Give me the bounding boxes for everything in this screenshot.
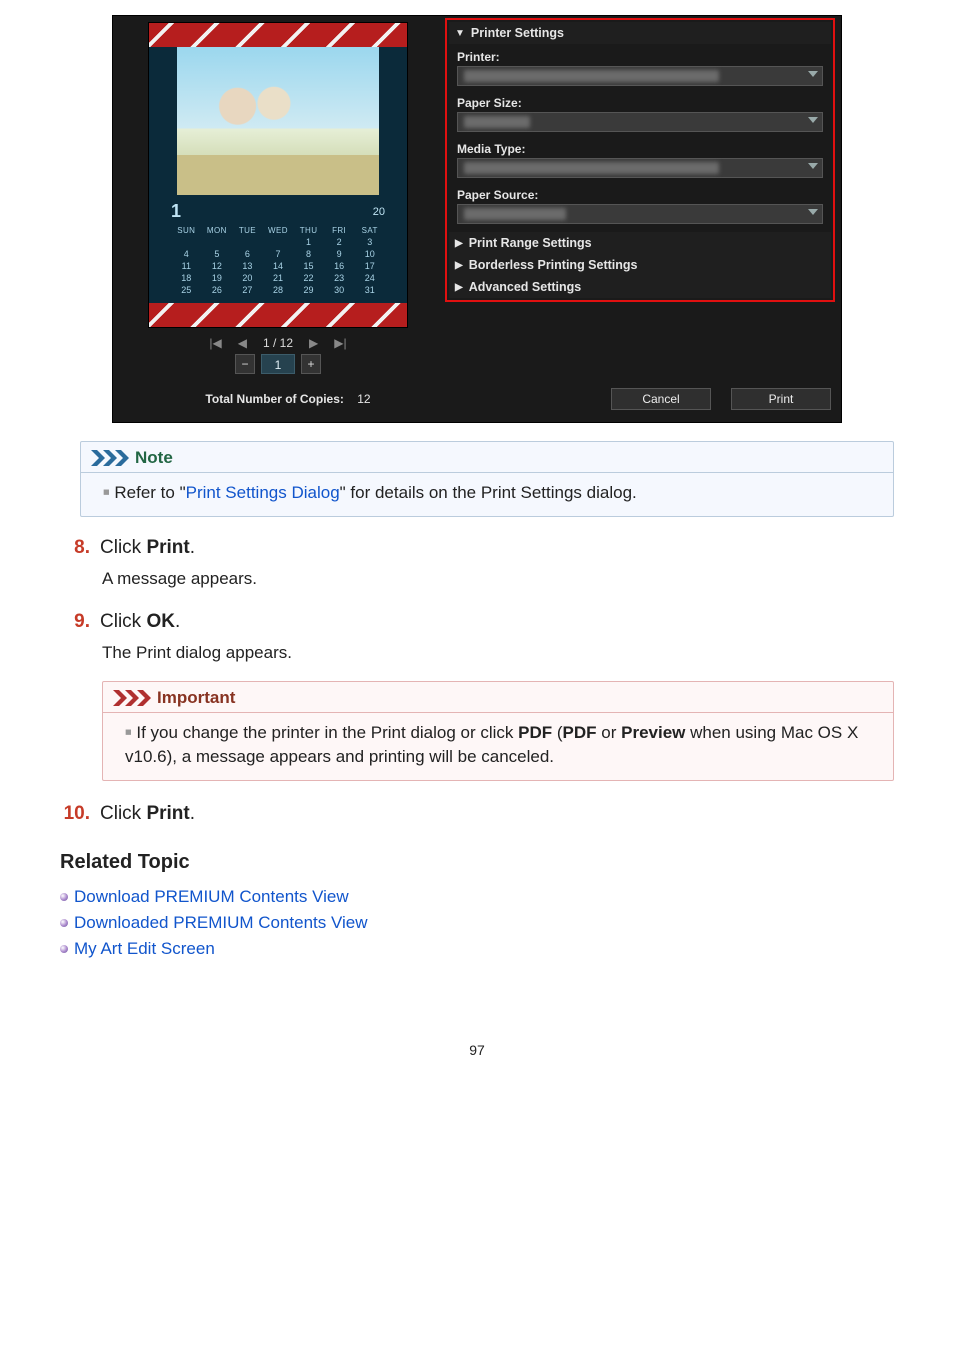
note-text-post: " for details on the Print Settings dial… bbox=[340, 483, 637, 502]
link-download-premium[interactable]: Download PREMIUM Contents View bbox=[74, 887, 349, 906]
step-9-sub: The Print dialog appears. bbox=[102, 643, 894, 663]
printer-select[interactable] bbox=[457, 66, 823, 86]
step-number: 10. bbox=[60, 803, 90, 825]
media-type-select[interactable] bbox=[457, 158, 823, 178]
step-number: 9. bbox=[60, 611, 90, 633]
link-downloaded-premium[interactable]: Downloaded PREMIUM Contents View bbox=[74, 913, 368, 932]
chevron-down-icon bbox=[808, 163, 818, 169]
page-number: 97 bbox=[0, 1032, 954, 1088]
dialog-footer: Total Number of Copies: 12 Cancel Print bbox=[113, 380, 841, 422]
note-icon bbox=[91, 450, 129, 466]
copies-value[interactable]: 1 bbox=[261, 354, 295, 374]
related-topic-heading: Related Topic bbox=[60, 851, 894, 874]
last-page-button[interactable]: ▶| bbox=[334, 336, 346, 350]
media-type-label: Media Type: bbox=[449, 136, 831, 158]
step-9: 9. Click OK. The Print dialog appears. I… bbox=[60, 611, 894, 781]
calendar-year: 20 bbox=[373, 206, 385, 218]
note-callout: Note ■ Refer to "Print Settings Dialog" … bbox=[80, 441, 894, 517]
important-callout: Important ■ If you change the printer in… bbox=[102, 681, 894, 781]
print-settings-dialog-link[interactable]: Print Settings Dialog bbox=[186, 483, 340, 502]
important-heading: Important bbox=[157, 688, 235, 708]
print-preview-pane: 1 20 SUN MON TUE WED THU FRI SAT 123 bbox=[113, 16, 443, 380]
bullet-icon: ■ bbox=[103, 487, 110, 499]
chevron-down-icon bbox=[808, 71, 818, 77]
total-copies-label: Total Number of Copies: bbox=[205, 392, 343, 406]
decorative-border-top bbox=[149, 23, 407, 47]
step-8: 8. Click Print. A message appears. bbox=[60, 537, 894, 589]
printer-label: Printer: bbox=[449, 44, 831, 66]
paper-size-label: Paper Size: bbox=[449, 90, 831, 112]
highlight-printer-settings: Printer Settings Printer: Paper Size: Me… bbox=[445, 18, 835, 302]
calendar-photo bbox=[177, 47, 379, 195]
advanced-section[interactable]: Advanced Settings bbox=[449, 276, 831, 298]
related-links: Download PREMIUM Contents View Downloade… bbox=[60, 884, 894, 962]
settings-pane: Printer Settings Printer: Paper Size: Me… bbox=[443, 16, 841, 380]
prev-page-button[interactable]: ◀ bbox=[238, 336, 247, 350]
print-settings-dialog: 1 20 SUN MON TUE WED THU FRI SAT 123 bbox=[112, 15, 842, 423]
page-counter: 1 / 12 bbox=[263, 336, 293, 350]
decorative-border-bottom bbox=[149, 303, 407, 327]
step-8-sub: A message appears. bbox=[102, 569, 894, 589]
important-icon bbox=[113, 690, 151, 706]
copies-plus-button[interactable]: + bbox=[301, 354, 321, 374]
print-settings-screenshot: 1 20 SUN MON TUE WED THU FRI SAT 123 bbox=[60, 0, 894, 423]
bullet-icon: ■ bbox=[125, 726, 132, 738]
paper-source-label: Paper Source: bbox=[449, 182, 831, 204]
total-copies-value: 12 bbox=[357, 392, 370, 406]
chevron-down-icon bbox=[808, 117, 818, 123]
calendar-preview: 1 20 SUN MON TUE WED THU FRI SAT 123 bbox=[148, 22, 408, 328]
cancel-button[interactable]: Cancel bbox=[611, 388, 711, 410]
note-heading: Note bbox=[135, 448, 173, 468]
copies-control: − 1 + bbox=[235, 354, 321, 374]
print-range-section[interactable]: Print Range Settings bbox=[449, 232, 831, 254]
link-my-art-edit[interactable]: My Art Edit Screen bbox=[74, 939, 215, 958]
printer-settings-section[interactable]: Printer Settings bbox=[449, 22, 831, 44]
step-10: 10. Click Print. bbox=[60, 803, 894, 825]
calendar-month: 1 bbox=[171, 201, 181, 222]
paper-size-select[interactable] bbox=[457, 112, 823, 132]
note-text-pre: Refer to " bbox=[114, 483, 185, 502]
calendar-grid: SUN MON TUE WED THU FRI SAT 123 45678910… bbox=[149, 224, 407, 303]
paper-source-select[interactable] bbox=[457, 204, 823, 224]
next-page-button[interactable]: ▶ bbox=[309, 336, 318, 350]
preview-pager: |◀ ◀ 1 / 12 ▶ ▶| bbox=[209, 336, 346, 350]
print-button[interactable]: Print bbox=[731, 388, 831, 410]
first-page-button[interactable]: |◀ bbox=[209, 336, 221, 350]
copies-minus-button[interactable]: − bbox=[235, 354, 255, 374]
borderless-section[interactable]: Borderless Printing Settings bbox=[449, 254, 831, 276]
step-number: 8. bbox=[60, 537, 90, 559]
chevron-down-icon bbox=[808, 209, 818, 215]
